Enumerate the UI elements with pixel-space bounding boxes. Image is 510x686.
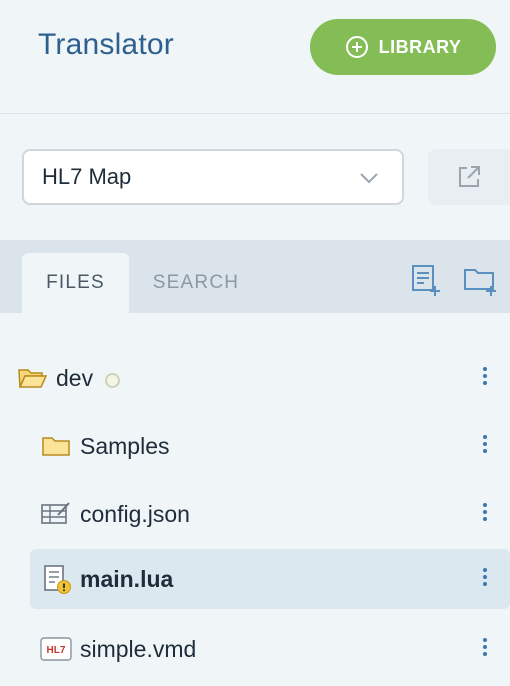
tree-item-samples[interactable]: Samples bbox=[42, 416, 510, 476]
tree-item-label: config.json bbox=[80, 500, 190, 527]
tree-item-label: Samples bbox=[80, 432, 170, 459]
open-folder-icon bbox=[18, 369, 48, 388]
tree-item-label: dev bbox=[56, 364, 94, 391]
hl7-file-icon: HL7 bbox=[40, 637, 72, 661]
more-options-icon[interactable] bbox=[482, 503, 488, 525]
tree-item-label: main.lua bbox=[80, 565, 174, 592]
tab-search-label: SEARCH bbox=[152, 272, 240, 293]
library-button[interactable]: LIBRARY bbox=[310, 19, 496, 75]
tab-files[interactable]: FILES bbox=[22, 253, 129, 313]
translator-select-value: HL7 Map bbox=[42, 164, 132, 189]
more-options-icon[interactable] bbox=[482, 367, 488, 389]
chevron-down-icon bbox=[360, 173, 378, 184]
page-title: Translator bbox=[38, 28, 174, 61]
tree-item-config-json[interactable]: config.json bbox=[40, 484, 510, 544]
status-dot bbox=[105, 372, 121, 388]
tree-item-label: simple.vmd bbox=[80, 635, 197, 662]
tab-bar: FILES SEARCH bbox=[0, 240, 510, 313]
new-folder-icon[interactable] bbox=[462, 262, 498, 298]
library-button-label: LIBRARY bbox=[378, 36, 462, 57]
more-options-icon[interactable] bbox=[482, 638, 488, 660]
file-warning-icon bbox=[44, 565, 71, 594]
hl7-badge-text: HL7 bbox=[47, 645, 66, 656]
app-header: Translator LIBRARY bbox=[0, 0, 510, 114]
translator-select[interactable]: HL7 Map bbox=[22, 149, 404, 205]
add-circle-icon bbox=[345, 36, 368, 58]
more-options-icon[interactable] bbox=[482, 435, 488, 457]
new-file-icon[interactable] bbox=[408, 262, 444, 298]
tree-item-simple-vmd[interactable]: HL7 simple.vmd bbox=[40, 619, 510, 679]
translator-selector-row: HL7 Map bbox=[0, 114, 510, 240]
table-edit-icon bbox=[41, 502, 70, 524]
tree-item-dev[interactable]: dev bbox=[18, 348, 510, 408]
tab-search[interactable]: SEARCH bbox=[140, 253, 252, 313]
more-options-icon[interactable] bbox=[482, 568, 488, 590]
open-external-button[interactable] bbox=[428, 149, 510, 205]
tree-item-main-lua[interactable]: main.lua bbox=[30, 549, 510, 609]
tab-files-label: FILES bbox=[46, 272, 105, 293]
external-link-icon bbox=[459, 166, 480, 187]
folder-icon bbox=[42, 437, 70, 456]
